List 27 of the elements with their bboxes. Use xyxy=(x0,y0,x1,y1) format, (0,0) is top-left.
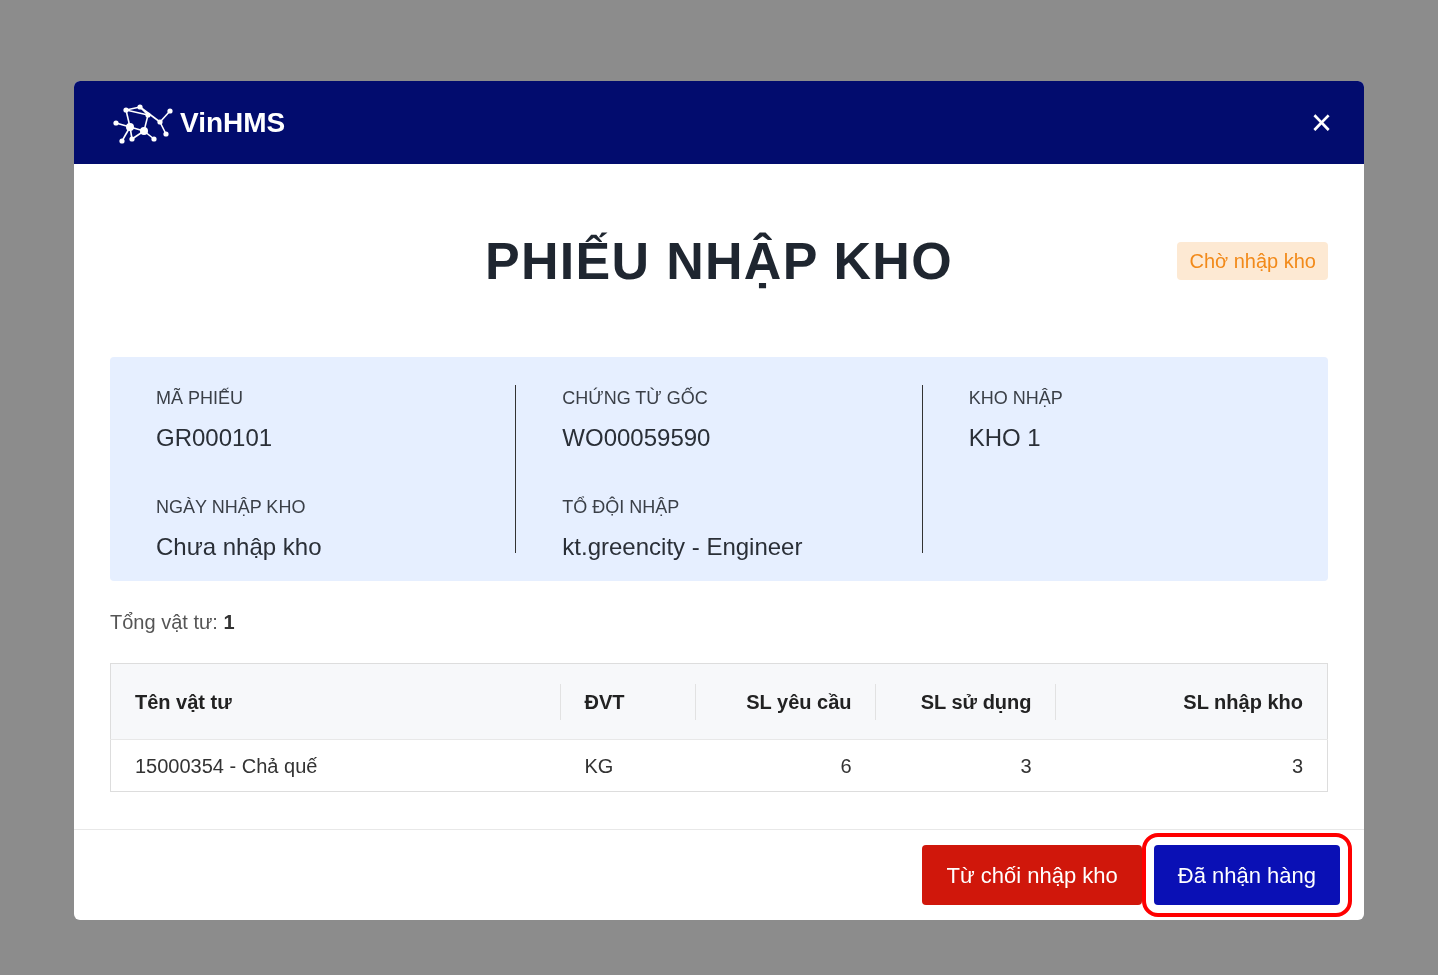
close-button[interactable]: × xyxy=(1310,104,1332,141)
item-total: Tổng vật tư: 1 xyxy=(110,610,235,635)
field-value: GR000101 xyxy=(156,423,274,453)
field-label: NGÀY NHẬP KHO xyxy=(156,496,307,519)
field-label: MÃ PHIẾU xyxy=(156,386,244,410)
field-value: Chưa nhập kho xyxy=(156,532,323,562)
column-header: ĐVT xyxy=(560,663,696,740)
column-header: SL sử dụng xyxy=(875,663,1056,740)
action-button[interactable]: Từ chối nhập kho xyxy=(922,845,1142,905)
field-label: CHỨNG TỪ GỐC xyxy=(562,386,709,410)
brand-name: VinHMS xyxy=(180,105,286,140)
table-cell: 6 xyxy=(695,739,876,792)
field-label: TỔ ĐỘI NHẬP xyxy=(562,495,681,519)
field-label: KHO NHẬP xyxy=(968,387,1064,410)
field-value: WO00059590 xyxy=(562,423,712,453)
field-value: kt.greencity - Engineer xyxy=(562,532,804,562)
column-header: Tên vật tư xyxy=(110,663,561,740)
table-cell: 3 xyxy=(875,739,1056,792)
document-title: PHIẾU NHẬP KHO xyxy=(485,230,953,292)
table-cell: KG xyxy=(560,739,696,792)
status-badge: Chờ nhập kho xyxy=(1177,242,1328,280)
table-cell: 3 xyxy=(1055,739,1328,792)
field-value: KHO 1 xyxy=(968,423,1042,453)
column-header: SL nhập kho xyxy=(1055,663,1328,740)
table-cell: 15000354 - Chả quế xyxy=(110,739,561,792)
column-header: SL yêu cầu xyxy=(695,663,876,740)
action-button[interactable]: Đã nhận hàng xyxy=(1153,845,1340,905)
